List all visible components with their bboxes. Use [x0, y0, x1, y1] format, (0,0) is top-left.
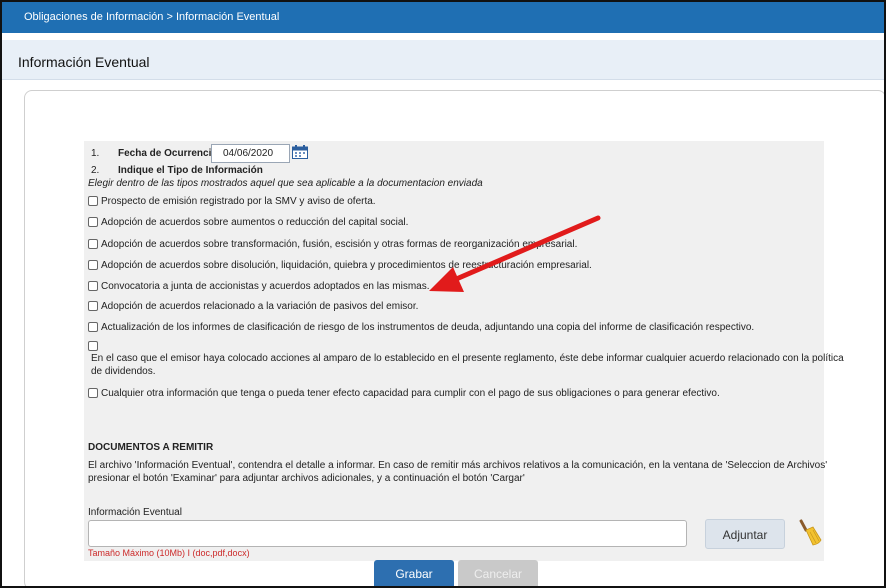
option-checkbox[interactable] — [88, 301, 98, 311]
option-checkbox[interactable] — [88, 239, 98, 249]
breadcrumb-text: Obligaciones de Información > Informació… — [24, 11, 280, 23]
option-checkbox[interactable] — [88, 281, 98, 291]
breadcrumb: Obligaciones de Información > Informació… — [2, 2, 884, 33]
option-label: Actualización de los informes de clasifi… — [101, 322, 755, 333]
broom-icon[interactable] — [799, 518, 823, 546]
option-label: Convocatoria a junta de accionistas y ac… — [101, 281, 430, 292]
save-button[interactable]: Grabar — [374, 560, 454, 586]
option-checkbox[interactable] — [88, 260, 98, 270]
cancel-button[interactable]: Cancelar — [458, 560, 538, 586]
documentos-text: presionar el botón 'Examinar' para adjun… — [88, 473, 525, 484]
tipo-instructions: Elegir dentro de las tipos mostrados aqu… — [88, 178, 483, 189]
attach-button[interactable]: Adjuntar — [705, 519, 785, 549]
file-input[interactable] — [88, 520, 687, 547]
option-label: Adopción de acuerdos sobre aumentos o re… — [101, 217, 409, 228]
fecha-number: 1. — [91, 148, 100, 159]
option-label: En el caso que el emisor haya colocado a… — [91, 353, 844, 364]
option-checkbox[interactable] — [88, 217, 98, 227]
tipo-label: Indique el Tipo de Información — [118, 165, 263, 176]
option-label: Adopción de acuerdos sobre disolución, l… — [101, 260, 592, 271]
fecha-input[interactable]: 04/06/2020 — [211, 144, 290, 163]
documentos-heading: DOCUMENTOS A REMITIR — [88, 442, 214, 453]
upload-label: Información Eventual — [88, 507, 182, 518]
screen: Obligaciones de Información > Informació… — [0, 0, 886, 588]
upload-hint: Tamaño Máximo (10Mb) I (doc,pdf,docx) — [88, 548, 250, 558]
tipo-number: 2. — [91, 165, 100, 176]
option-label: Adopción de acuerdos sobre transformació… — [101, 239, 578, 250]
title-bar: Información Eventual — [2, 40, 884, 80]
option-label-continued: de dividendos. — [91, 366, 156, 377]
option-checkbox[interactable] — [88, 388, 98, 398]
option-label: Adopción de acuerdos relacionado a la va… — [101, 301, 419, 312]
fecha-label: Fecha de Ocurrencia — [118, 148, 217, 159]
option-label: Cualquier otra información que tenga o p… — [101, 388, 720, 399]
option-checkbox[interactable] — [88, 322, 98, 332]
calendar-icon[interactable] — [292, 145, 308, 159]
option-checkbox[interactable] — [88, 196, 98, 206]
page-title: Información Eventual — [18, 54, 150, 70]
documentos-text: El archivo 'Información Eventual', conte… — [88, 460, 828, 471]
option-label: Prospecto de emisión registrado por la S… — [101, 196, 376, 207]
option-checkbox[interactable] — [88, 341, 98, 351]
